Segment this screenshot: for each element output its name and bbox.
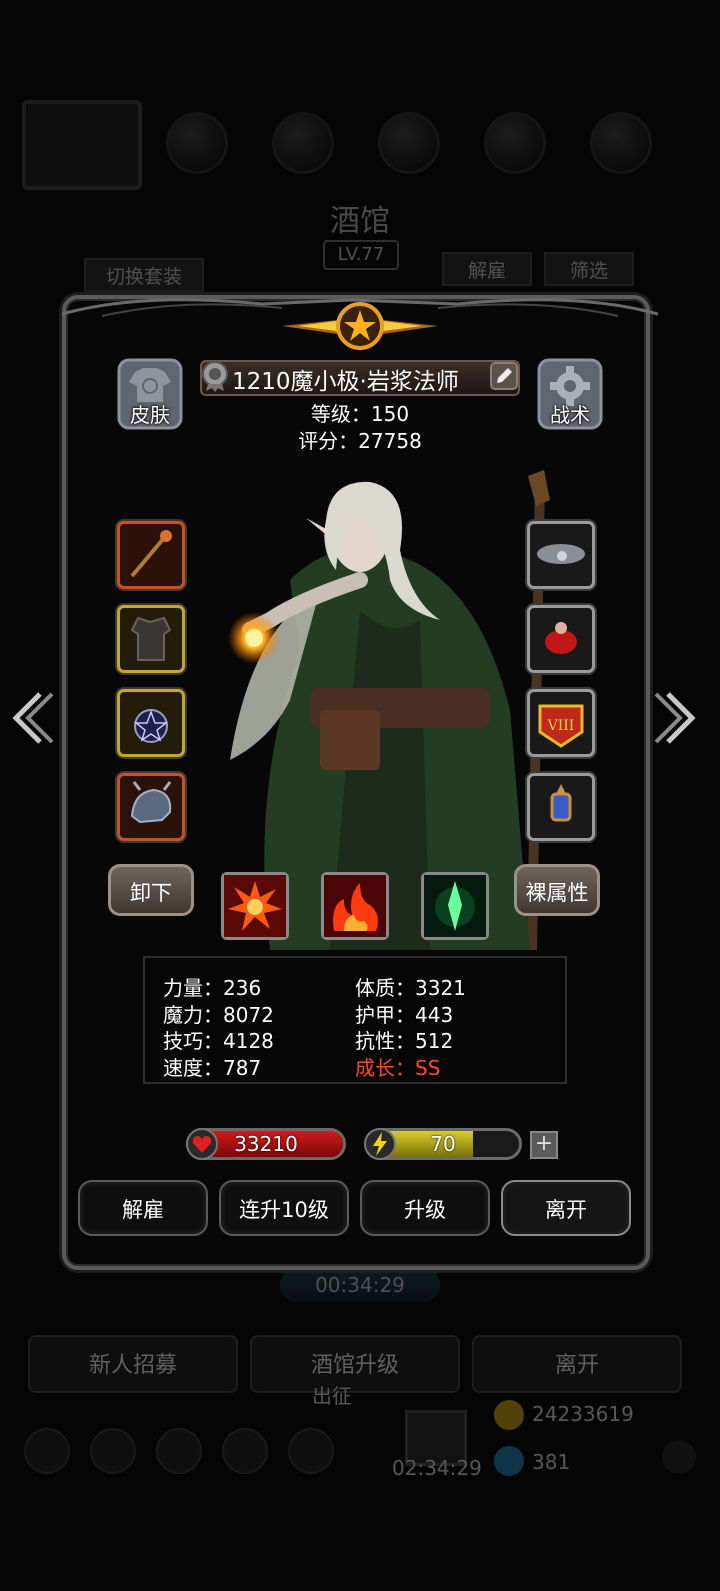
stat-strength: 力量：236 [163,976,262,1000]
hero-name: 1210魔小极·岩浆法师 [232,369,459,395]
gem-icon [494,1446,524,1476]
bottom-menu-icon [222,1428,268,1474]
equipment-slot-ring[interactable] [527,605,595,673]
add-energy-button[interactable]: + [530,1131,558,1159]
viii-badge-icon: VIII [538,704,584,748]
svg-text:VIII: VIII [547,718,575,734]
green-crystal-skill-icon [424,875,486,937]
next-hero-arrow-icon[interactable] [652,690,698,746]
hero-level: 等级：150 [310,402,410,426]
bottom-menu-icon [288,1428,334,1474]
bg-dismiss-button: 解雇 [442,252,532,286]
bottom-menu-icon [24,1428,70,1474]
tab-tavern-upgrade: 酒馆升级 [250,1335,460,1393]
storm-cloud-icon [537,544,585,564]
pentagram-amulet-icon [133,709,169,743]
bottom-bar: 出征 24233619 02:34:29 381 [0,1384,720,1500]
equipment-slot-weapon[interactable] [117,521,185,589]
switch-outfit-button: 切换套装 [84,258,204,292]
stat-magic: 魔力：8072 [163,1003,274,1027]
equipment-slot-armor[interactable] [117,605,185,673]
stat-armor: 护甲：443 [355,1003,454,1027]
bottom-menu-icon [90,1428,136,1474]
menu-round-icon [590,112,652,174]
gold-amount: 24233619 [532,1402,634,1426]
tavern-level: LV.77 [323,240,399,270]
fire-skill-icon [324,875,386,937]
stat-growth: 成长：SS [355,1056,441,1080]
stat-skill: 技巧：4128 [163,1029,274,1053]
level-up-10-button[interactable]: 连升10级 [219,1180,349,1236]
skill-slot-2[interactable] [321,872,389,940]
tavern-tabs: 新人招募 酒馆升级 离开 [0,1335,720,1395]
lantern-icon [550,784,572,822]
menu-round-icon [272,112,334,174]
hero-score: 评分：27758 [298,429,422,453]
level-up-button[interactable]: 升级 [360,1180,490,1236]
menu-round-icon [166,112,228,174]
bottom-menu-icon [156,1428,202,1474]
hero-emblem-icon [282,302,438,350]
tab-new-recruit: 新人招募 [28,1335,238,1393]
add-currency-icon [662,1440,696,1474]
armor-icon [130,616,172,661]
equipment-slot-lantern[interactable] [527,773,595,841]
unequip-button[interactable]: 卸下 [108,864,194,916]
equipment-slot-amulet[interactable] [117,689,185,757]
player-avatar [22,100,142,190]
explosion-skill-icon [224,875,286,937]
recruit-timer: 00:34:29 [280,1268,440,1302]
stat-resistance: 抗性：512 [355,1029,454,1053]
dismiss-hero-button[interactable]: 解雇 [78,1180,208,1236]
stat-constitution: 体质：3321 [355,976,466,1000]
edit-name-icon[interactable] [490,362,518,390]
heart-icon [186,1128,218,1160]
equipment-slot-cloak[interactable] [527,521,595,589]
red-gem-ring-icon [545,622,577,654]
menu-round-icon [378,112,440,174]
lightning-icon [364,1128,396,1160]
equipment-slot-badge[interactable]: VIII [527,689,595,757]
menu-round-icon [484,112,546,174]
bottom-timer: 02:34:29 [392,1456,482,1480]
tab-leave: 离开 [472,1335,682,1393]
filter-button: 筛选 [544,252,634,286]
expedition-label: 出征 [312,1384,352,1408]
previous-hero-arrow-icon[interactable] [10,690,56,746]
medal-icon [202,361,228,392]
leave-button[interactable]: 离开 [501,1180,631,1236]
dragon-helmet-icon [130,781,172,824]
gold-coin-icon [494,1400,524,1430]
stat-speed: 速度：787 [163,1056,262,1080]
tavern-title: 酒馆 [330,204,390,239]
skill-slot-1[interactable] [221,872,289,940]
staff-icon [130,530,172,578]
equipment-slot-helmet[interactable] [117,773,185,841]
base-attributes-button[interactable]: 裸属性 [514,864,600,916]
gem-amount: 381 [532,1450,571,1474]
skill-slot-3[interactable] [421,872,489,940]
